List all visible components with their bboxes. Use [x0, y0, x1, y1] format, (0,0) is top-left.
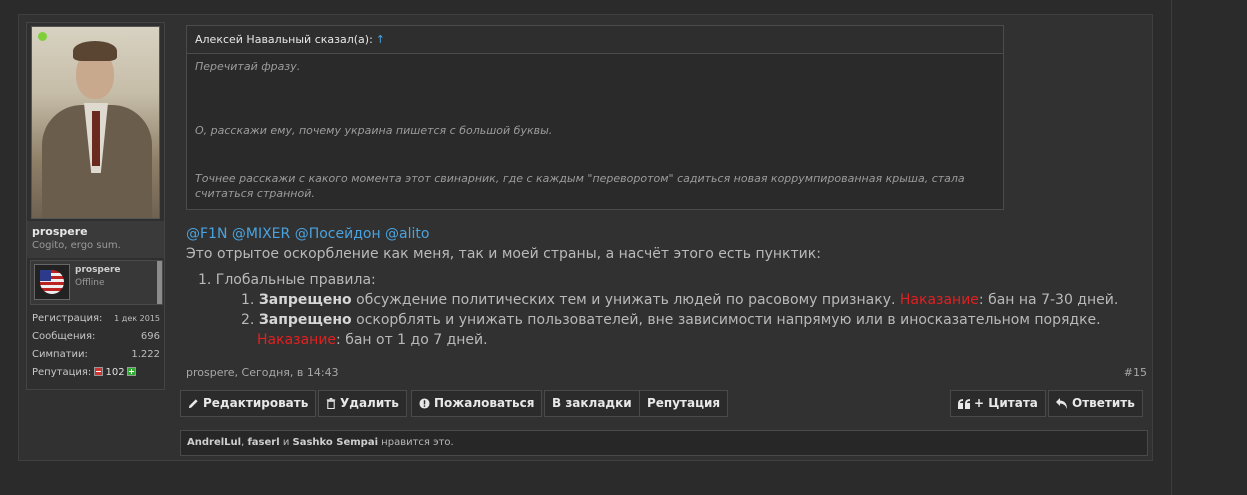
- rule-tail: : бан от 1 до 7 дней.: [336, 332, 488, 348]
- avatar-figure-tie: [92, 111, 100, 166]
- reputation-label: Репутация:: [32, 367, 92, 378]
- stat-label: Симпатии:: [32, 349, 88, 360]
- flag-icon: [40, 270, 64, 294]
- quote-paragraph: Точнее расскажи с какого момента этот св…: [195, 172, 965, 200]
- reply-button[interactable]: Ответить: [1048, 390, 1143, 417]
- rule-strong: Запрещено: [258, 292, 352, 308]
- rule-text: оскорблять и унижать пользователей, вне …: [351, 312, 1101, 328]
- reply-arrow-icon: [1056, 398, 1067, 409]
- rule-number: 1.: [241, 292, 259, 308]
- quote-button[interactable]: + Цитата: [950, 390, 1046, 417]
- reputation-value: 102: [105, 367, 125, 378]
- rule-number: 2.: [241, 312, 259, 328]
- rule-heading: 1. Глобальные правила:: [198, 272, 376, 288]
- reputation-button-label: Репутация: [647, 396, 721, 410]
- stat-value[interactable]: 696: [141, 331, 160, 342]
- rule-penalty: Наказание: [257, 332, 337, 348]
- quote-jump-arrow-icon[interactable]: ↑: [376, 33, 385, 46]
- user-info-panel: prospere Cogito, ergo sum. prospere Offl…: [26, 22, 165, 390]
- rule-text: обсуждение политических тем и унижать лю…: [351, 292, 900, 308]
- post-meta[interactable]: prospere, Сегодня, в 14:43: [186, 366, 339, 379]
- quote-author: Алексей Навальный сказал(а):: [195, 33, 373, 46]
- user-online-status: Offline: [75, 278, 105, 288]
- rule-tail: : бан на 7-30 дней.: [978, 292, 1119, 308]
- exclamation-circle-icon: [419, 398, 430, 409]
- forum-post: prospere Cogito, ergo sum. prospere Offl…: [18, 14, 1153, 461]
- page-right-divider: [1171, 0, 1172, 495]
- avatar-figure-hair: [73, 41, 117, 61]
- bookmark-button[interactable]: В закладки: [544, 390, 640, 417]
- like-user-link[interactable]: faserl: [247, 437, 279, 448]
- post-number-link[interactable]: #15: [1124, 366, 1147, 379]
- message-intro: Это отрытое оскорбление как меня, так и …: [186, 246, 821, 262]
- stat-value: 1.222: [131, 349, 160, 360]
- stat-registration: Регистрация: 1 дек 2015: [32, 313, 160, 331]
- user-stats: Регистрация: 1 дек 2015 Сообщения: 696 С…: [32, 313, 160, 385]
- reputation-button[interactable]: Репутация: [639, 390, 729, 417]
- pencil-icon: [188, 399, 198, 409]
- quote-label: + Цитата: [974, 396, 1038, 410]
- stat-likes: Симпатии: 1.222: [32, 349, 160, 367]
- edit-label: Редактировать: [203, 396, 309, 410]
- user-avatar[interactable]: [31, 26, 160, 219]
- mini-avatar[interactable]: [34, 264, 70, 300]
- likes-summary: AndrelLul, faserl и Sashko Sempai нравит…: [180, 430, 1148, 456]
- user-mini-card: prospere Offline: [30, 260, 163, 305]
- reputation-minus-icon[interactable]: [94, 367, 104, 376]
- like-user-link[interactable]: AndrelLul: [187, 437, 241, 448]
- reply-label: Ответить: [1072, 396, 1135, 410]
- rule-item-2: 2. Запрещено оскорблять и унижать пользо…: [241, 312, 1101, 328]
- report-button[interactable]: Пожаловаться: [411, 390, 543, 417]
- user-mentions[interactable]: @F1N @MIXER @Посейдон @alito: [186, 226, 429, 242]
- edit-button[interactable]: Редактировать: [180, 390, 317, 417]
- mini-card-scrollbar[interactable]: [157, 261, 162, 304]
- stat-label: Регистрация:: [32, 313, 103, 324]
- delete-label: Удалить: [340, 396, 399, 410]
- report-label: Пожаловаться: [434, 396, 535, 410]
- username-link[interactable]: prospere: [32, 225, 88, 238]
- quote-header: Алексей Навальный сказал(а): ↑: [187, 26, 1003, 54]
- stat-value: 1 дек 2015: [114, 314, 160, 323]
- bookmark-label: В закладки: [552, 396, 632, 410]
- quote-paragraph: Перечитай фразу.: [195, 60, 301, 73]
- reputation-plus-icon[interactable]: [126, 367, 136, 376]
- like-user-link[interactable]: Sashko Sempai: [293, 437, 379, 448]
- likes-separator: и: [279, 437, 293, 448]
- quote-paragraph: О, расскажи ему, почему украина пишется …: [195, 124, 553, 137]
- delete-button[interactable]: Удалить: [318, 390, 407, 417]
- rule-item-2-penalty: Наказание: бан от 1 до 7 дней.: [257, 332, 488, 348]
- online-status-indicator: [38, 32, 47, 41]
- user-title: Cogito, ergo sum.: [32, 240, 121, 251]
- likes-suffix: нравится это.: [378, 437, 454, 448]
- quote-icon: [958, 399, 970, 409]
- username-block: prospere Cogito, ergo sum.: [27, 221, 164, 258]
- mini-username[interactable]: prospere: [75, 265, 121, 275]
- trash-icon: [326, 398, 336, 410]
- rule-penalty: Наказание: [899, 292, 979, 308]
- stat-label: Сообщения:: [32, 331, 96, 342]
- stat-reputation: Репутация: 102: [32, 367, 160, 385]
- rule-strong: Запрещено: [258, 312, 352, 328]
- quote-block: Алексей Навальный сказал(а): ↑ Перечитай …: [186, 25, 1004, 210]
- rule-item-1: 1. Запрещено обсуждение политических тем…: [241, 292, 1118, 308]
- stat-messages: Сообщения: 696: [32, 331, 160, 349]
- stat-label: Репутация: 102: [32, 367, 136, 378]
